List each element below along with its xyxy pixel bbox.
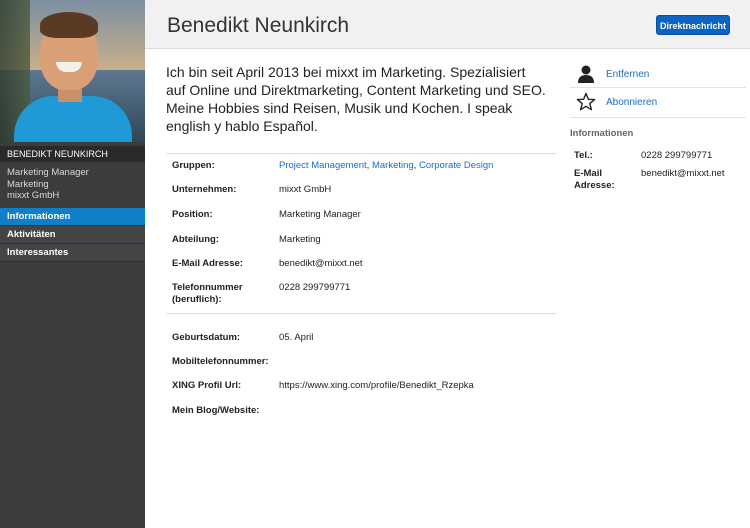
phone-value: 0228 299799771 <box>279 282 351 293</box>
groups-label: Gruppen: <box>172 160 215 171</box>
sidebar-item-aktivitaeten[interactable]: Aktivitäten <box>0 226 145 244</box>
email-label-line2: Adresse: <box>574 180 615 191</box>
department-value: Marketing <box>279 234 321 245</box>
header: Benedikt Neunkirch Direktnachricht <box>145 0 750 49</box>
email-label-line1: E-Mail <box>574 168 602 179</box>
star-icon <box>576 92 596 112</box>
email-link[interactable]: benedikt@mixxt.net <box>641 168 725 180</box>
sidebar-meta-company: mixxt GmbH <box>7 190 60 201</box>
department-label: Abteilung: <box>172 234 219 245</box>
email-label: E-Mail Adresse: <box>172 258 243 269</box>
page-title: Benedikt Neunkirch <box>167 14 350 37</box>
action-divider <box>570 117 746 118</box>
mobile-label: Mobiltelefonnummer: <box>172 356 269 367</box>
phone-label: Telefonnummer (beruflich): <box>172 282 272 306</box>
remove-label: Entfernen <box>606 69 650 80</box>
position-label: Position: <box>172 209 213 220</box>
group-link[interactable]: Corporate Design <box>419 160 493 171</box>
group-link[interactable]: Marketing <box>372 160 414 171</box>
groups-value: Project Management, Marketing, Corporate… <box>279 160 494 171</box>
sidebar: BENEDIKT NEUNKIRCH Marketing Manager Mar… <box>0 0 145 528</box>
sidebar-name: BENEDIKT NEUNKIRCH <box>0 146 145 162</box>
birthday-value: 05. April <box>279 332 314 343</box>
birthday-label: Geburtsdatum: <box>172 332 241 343</box>
info-heading: Informationen <box>570 128 634 139</box>
divider <box>166 153 556 154</box>
phone-label-line1: Telefonnummer <box>172 282 243 293</box>
tel-label: Tel.: <box>574 150 593 161</box>
tel-value: 0228 299799771 <box>641 150 713 161</box>
avatar-shirt <box>14 96 132 142</box>
divider <box>166 313 556 314</box>
action-divider <box>570 87 746 88</box>
profile-bio: Ich bin seit April 2013 bei mixxt im Mar… <box>166 64 546 134</box>
group-link[interactable]: Project Management <box>279 160 367 171</box>
blog-label: Mein Blog/Website: <box>172 405 260 416</box>
sidebar-item-informationen[interactable]: Informationen <box>0 208 145 226</box>
sidebar-meta-title: Marketing Manager <box>7 167 89 178</box>
avatar[interactable] <box>0 0 145 142</box>
person-icon <box>576 64 596 84</box>
email-link[interactable]: benedikt@mixxt.net <box>279 258 579 270</box>
company-label: Unternehmen: <box>172 184 237 195</box>
sidebar-meta: Marketing Manager Marketing mixxt GmbH <box>7 167 89 202</box>
subscribe-label: Abonnieren <box>606 97 658 108</box>
xing-label: XING Profil Url: <box>172 380 242 391</box>
sidebar-item-interessantes[interactable]: Interessantes <box>0 244 145 262</box>
avatar-hair <box>40 12 98 38</box>
sidebar-meta-department: Marketing <box>7 178 49 190</box>
email-label: E-Mail Adresse: <box>574 168 634 192</box>
company-value: mixxt GmbH <box>279 184 332 195</box>
xing-link[interactable]: https://www.xing.com/profile/Benedikt_Rz… <box>279 380 579 392</box>
position-value: Marketing Manager <box>279 209 361 220</box>
direct-message-button[interactable]: Direktnachricht <box>656 15 730 35</box>
phone-label-line2: (beruflich): <box>172 294 222 305</box>
sidebar-nav: Informationen Aktivitäten Interessantes <box>0 208 145 262</box>
